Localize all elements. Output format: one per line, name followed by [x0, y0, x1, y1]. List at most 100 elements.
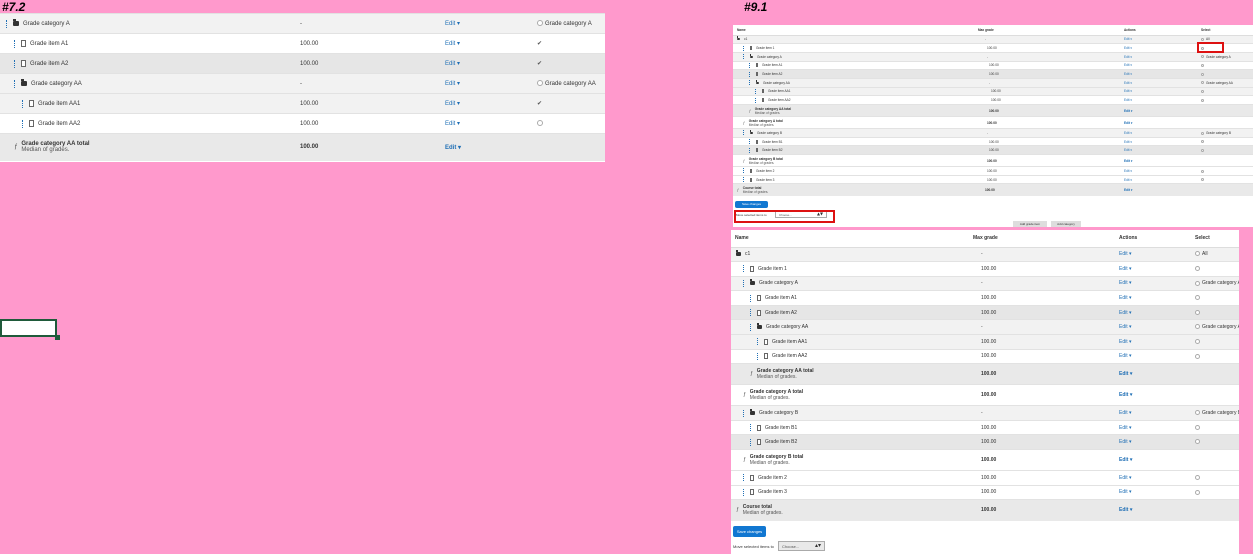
move-items-select[interactable]: Choose... — [778, 541, 825, 551]
drag-handle-icon[interactable] — [743, 474, 746, 482]
drag-handle-icon[interactable] — [750, 424, 753, 432]
drag-handle-icon[interactable] — [743, 168, 746, 174]
drag-handle-icon[interactable] — [14, 39, 17, 48]
edit-menu-button[interactable]: Edit — [1119, 457, 1132, 463]
save-changes-button-mini[interactable]: Save changes — [735, 201, 768, 208]
drag-handle-icon[interactable] — [749, 71, 752, 77]
edit-menu-button[interactable]: Edit — [1119, 353, 1132, 359]
select-checkbox[interactable] — [1201, 55, 1204, 59]
drag-handle-icon[interactable] — [743, 279, 746, 287]
drag-handle-icon[interactable] — [743, 265, 746, 273]
select-checkbox[interactable] — [1201, 169, 1204, 173]
edit-menu-button[interactable]: Edit — [1119, 489, 1132, 495]
edit-menu-button[interactable]: Edit — [1119, 425, 1132, 431]
select-checkbox[interactable] — [1201, 38, 1204, 41]
select-checkbox[interactable] — [1201, 64, 1204, 68]
drag-handle-icon[interactable] — [743, 488, 746, 496]
select-checkbox[interactable] — [537, 120, 543, 127]
edit-menu-button[interactable]: Edit — [1119, 310, 1132, 316]
drag-handle-icon[interactable] — [755, 88, 758, 94]
drag-handle-icon[interactable] — [750, 438, 753, 446]
drag-handle-icon[interactable] — [14, 79, 17, 88]
select-checkbox[interactable] — [1195, 280, 1200, 286]
edit-menu-button[interactable]: Edit — [1119, 339, 1132, 345]
edit-menu-button[interactable]: Edit — [1124, 55, 1132, 59]
drag-handle-icon[interactable] — [14, 59, 17, 68]
edit-menu-button[interactable]: Edit — [1119, 410, 1132, 416]
edit-menu-button[interactable]: Edit — [445, 81, 460, 87]
drag-handle-icon[interactable] — [22, 99, 25, 108]
edit-menu-button[interactable]: Edit — [1124, 169, 1132, 173]
cell-fill-handle[interactable] — [55, 335, 60, 340]
edit-menu-button[interactable]: Edit — [1124, 81, 1132, 85]
edit-menu-button[interactable]: Edit — [1119, 280, 1132, 286]
select-checkbox[interactable] — [1201, 98, 1204, 102]
select-checkbox[interactable] — [537, 20, 543, 27]
select-checkbox[interactable]: ✔ — [537, 101, 542, 107]
edit-menu-button[interactable]: Edit — [1124, 63, 1132, 67]
edit-menu-button[interactable]: Edit — [1124, 37, 1132, 41]
edit-menu-button[interactable]: Edit — [445, 121, 460, 127]
drag-handle-icon[interactable] — [750, 323, 753, 331]
drag-handle-icon[interactable] — [22, 119, 25, 128]
select-checkbox[interactable] — [1195, 339, 1200, 345]
edit-menu-button[interactable]: Edit — [1124, 89, 1132, 93]
select-checkbox[interactable]: ✔ — [537, 41, 542, 47]
select-checkbox[interactable] — [1195, 324, 1200, 330]
edit-menu-button[interactable]: Edit — [1119, 324, 1132, 330]
drag-handle-icon[interactable] — [755, 97, 758, 103]
drag-handle-icon[interactable] — [757, 352, 760, 360]
select-checkbox[interactable] — [1201, 178, 1204, 182]
edit-menu-button[interactable]: Edit — [1119, 295, 1132, 301]
edit-menu-button[interactable]: Edit — [1124, 148, 1132, 152]
edit-menu-button[interactable]: Edit — [1119, 439, 1132, 445]
edit-menu-button[interactable]: Edit — [1119, 371, 1132, 377]
edit-menu-button[interactable]: Edit — [1124, 98, 1132, 102]
select-checkbox[interactable] — [1195, 295, 1200, 301]
select-checkbox[interactable] — [537, 80, 543, 87]
drag-handle-icon[interactable] — [749, 139, 752, 145]
edit-menu-button[interactable]: Edit — [1124, 46, 1132, 50]
edit-menu-button[interactable]: Edit — [445, 41, 460, 47]
select-checkbox[interactable] — [1195, 266, 1200, 272]
drag-handle-icon[interactable] — [743, 177, 746, 183]
edit-menu-button[interactable]: Edit — [1119, 251, 1132, 257]
drag-handle-icon[interactable] — [750, 309, 753, 317]
drag-handle-icon[interactable] — [750, 294, 753, 302]
edit-menu-button[interactable]: Edit — [445, 145, 461, 151]
drag-handle-icon[interactable] — [743, 45, 746, 51]
select-checkbox[interactable] — [1195, 410, 1200, 416]
edit-menu-button[interactable]: Edit — [1119, 266, 1132, 272]
drag-handle-icon[interactable] — [749, 80, 752, 86]
select-checkbox[interactable] — [1201, 72, 1204, 76]
select-checkbox[interactable] — [1201, 90, 1204, 94]
edit-menu-button[interactable]: Edit — [1119, 507, 1132, 513]
edit-menu-button[interactable]: Edit — [1119, 475, 1132, 481]
edit-menu-button[interactable]: Edit — [445, 101, 460, 107]
add-grade-item-button[interactable]: Add grade item — [1013, 221, 1047, 227]
select-checkbox[interactable] — [1201, 81, 1204, 85]
drag-handle-icon[interactable] — [757, 338, 760, 346]
select-checkbox[interactable]: ✔ — [537, 61, 542, 67]
select-checkbox[interactable] — [1201, 148, 1204, 152]
drag-handle-icon[interactable] — [743, 54, 746, 60]
edit-menu-button[interactable]: Edit — [1124, 72, 1132, 76]
select-checkbox[interactable] — [1195, 489, 1200, 495]
drag-handle-icon[interactable] — [749, 147, 752, 153]
select-checkbox[interactable] — [1195, 309, 1200, 315]
select-checkbox[interactable] — [1195, 475, 1200, 480]
edit-menu-button[interactable]: Edit — [445, 21, 460, 27]
select-checkbox[interactable] — [1195, 439, 1200, 445]
edit-menu-button[interactable]: Edit — [1124, 159, 1133, 163]
edit-menu-button[interactable]: Edit — [1124, 188, 1133, 192]
select-checkbox[interactable] — [1195, 424, 1200, 430]
drag-handle-icon[interactable] — [743, 409, 746, 417]
select-checkbox[interactable] — [1201, 131, 1204, 135]
save-changes-button[interactable]: Save changes — [733, 526, 766, 537]
select-checkbox[interactable] — [1195, 353, 1200, 359]
drag-handle-icon[interactable] — [743, 130, 746, 136]
edit-menu-button[interactable]: Edit — [1124, 178, 1132, 182]
edit-menu-button[interactable]: Edit — [1124, 121, 1133, 125]
spreadsheet-cell[interactable] — [0, 319, 57, 337]
drag-handle-icon[interactable] — [6, 19, 9, 28]
